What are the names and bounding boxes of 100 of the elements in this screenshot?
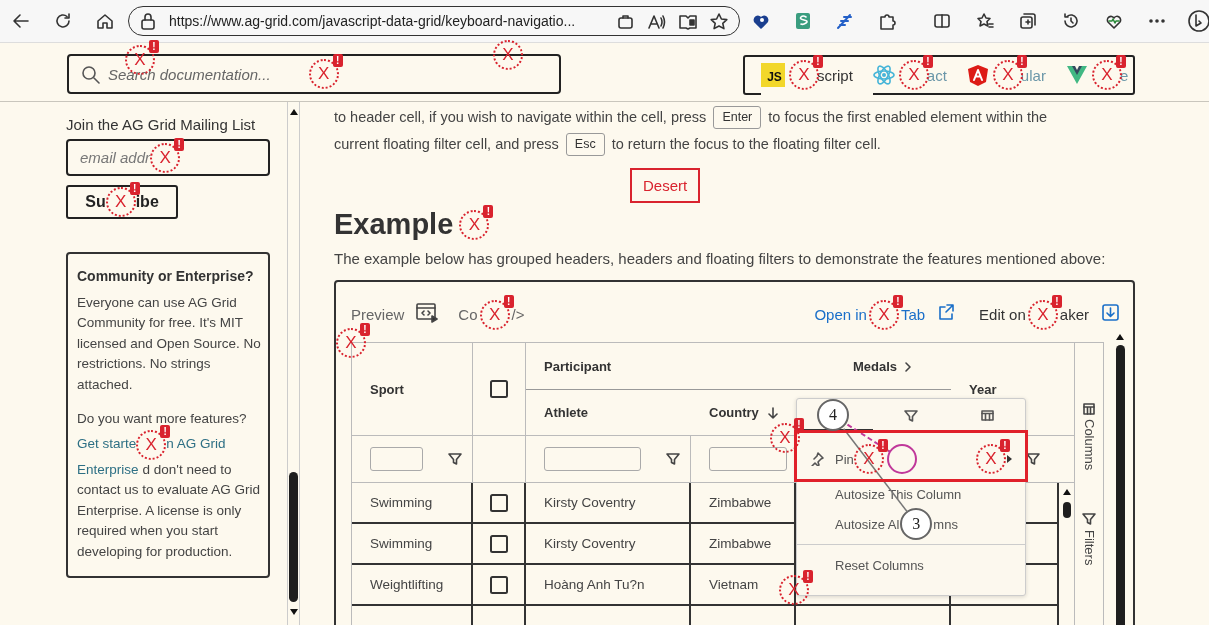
- checkbox[interactable]: [489, 575, 508, 594]
- menu-item-label: Autosize Al: [835, 516, 900, 532]
- back-icon[interactable]: [11, 11, 31, 31]
- code-tab[interactable]: Co X ! />: [458, 292, 530, 332]
- card-link[interactable]: Get starte: [77, 434, 137, 455]
- card-link[interactable]: Enterprise: [77, 459, 139, 480]
- framework-tab[interactable]: e: [1119, 66, 1129, 84]
- card-text: Everyone can use AG Grid Community for free. It's MIT licensed and Open Source. No restrictions. No strings attached.: [77, 293, 262, 394]
- s-tile-icon[interactable]: [793, 11, 813, 31]
- filter-input[interactable]: [544, 447, 641, 471]
- scroll-thumb[interactable]: [1115, 345, 1125, 625]
- column-header: Athlete: [526, 390, 691, 436]
- scroll-thumb[interactable]: [1062, 502, 1071, 518]
- error-badge: !: [332, 54, 343, 67]
- preview-tab[interactable]: Preview: [351, 299, 410, 325]
- checkbox[interactable]: [490, 380, 508, 398]
- card-text: contact us to evaluate AG Grid Enterprise. A license is only required when you start developing for production.: [77, 481, 262, 561]
- error-badge: !: [160, 424, 171, 438]
- body-text: to return the focus to the floating filter cell.: [611, 135, 881, 154]
- highlight-circle: [886, 444, 917, 474]
- error-badge: !: [877, 439, 888, 452]
- error-badge: !: [129, 182, 140, 195]
- email-placeholder: email addr: [80, 149, 151, 166]
- callout-number: 3: [900, 508, 933, 540]
- table-cell: Swimming: [352, 524, 473, 565]
- side-tab[interactable]: Filters: [1081, 530, 1097, 566]
- home-icon[interactable]: [95, 11, 115, 31]
- filter-icon[interactable]: [666, 452, 680, 466]
- feather-icon[interactable]: [835, 11, 855, 31]
- column-group-header: Participant: [526, 343, 796, 390]
- checkbox[interactable]: [489, 534, 508, 553]
- preview-icon[interactable]: [415, 301, 439, 323]
- mailing-list-title: Join the AG Grid Mailing List: [66, 116, 257, 133]
- card-text: d don't need to: [142, 460, 232, 479]
- favorites-icon[interactable]: [974, 11, 995, 31]
- puzzle-icon[interactable]: [877, 11, 897, 31]
- chevron-right-icon[interactable]: [903, 360, 914, 373]
- filter-icon[interactable]: [448, 452, 462, 466]
- columns-icon: [980, 410, 994, 421]
- reload-icon[interactable]: [53, 11, 73, 31]
- url-text: https://www.ag-grid.com/javascript-data-grid/keyboard-navigatio...: [169, 13, 577, 29]
- filter-icon[interactable]: [1026, 452, 1040, 466]
- table-cell: Hoàng Anh Tu?n: [526, 565, 691, 606]
- columns-icon: [1083, 403, 1095, 415]
- chevron-logo-icon: [1065, 64, 1088, 86]
- card-text: Do you want more features?: [77, 410, 247, 427]
- external-link-icon[interactable]: [938, 303, 956, 321]
- scroll-up-icon[interactable]: [1115, 332, 1125, 341]
- logo-tile: JS: [761, 63, 785, 87]
- annotation-label: Desert: [630, 168, 701, 203]
- error-badge: !: [1115, 55, 1126, 68]
- edit-link[interactable]: Edit on X ! aker: [979, 292, 1094, 332]
- star-icon[interactable]: [709, 11, 729, 31]
- error-badge: !: [794, 418, 804, 431]
- body-text: to focus the first enabled element within the: [768, 108, 1048, 127]
- section-heading: Example: [334, 208, 454, 241]
- error-badge: !: [922, 55, 933, 68]
- shield-icon: [966, 63, 989, 87]
- email-field[interactable]: email addr X !: [66, 139, 270, 176]
- callout-number: 4: [817, 399, 849, 431]
- chat-icon[interactable]: [1187, 9, 1209, 33]
- error-badge: !: [803, 570, 813, 583]
- error-badge: !: [1016, 55, 1027, 68]
- scroll-thumb[interactable]: [289, 472, 298, 602]
- open-in-tab-link[interactable]: Open in X ! Tab: [814, 292, 931, 332]
- subscribe-button[interactable]: Su X ! ibe: [66, 185, 178, 219]
- column-header: Country: [709, 405, 759, 420]
- filter-input[interactable]: [370, 447, 423, 471]
- body-text: to header cell, if you wish to navigate within the cell, press: [334, 108, 707, 127]
- error-badge: !: [1051, 294, 1062, 308]
- scroll-up-icon[interactable]: [288, 107, 299, 116]
- split-screen-icon[interactable]: [931, 11, 952, 31]
- key-label: Enter: [713, 106, 762, 129]
- column-group-header: Medals: [853, 359, 898, 374]
- key-label: Esc: [565, 133, 605, 156]
- checkbox[interactable]: [489, 493, 508, 512]
- menu-item[interactable]: Autosize Al 3 mns: [797, 509, 1025, 539]
- menu-item-label: mns: [933, 516, 958, 532]
- framework-tab[interactable]: act: [926, 66, 947, 84]
- search-placeholder: Search documentation...: [108, 65, 271, 83]
- error-badge: !: [892, 294, 903, 308]
- submenu-arrow-icon: [1006, 454, 1013, 464]
- error-badge: !: [149, 40, 159, 53]
- sort-down-icon[interactable]: [766, 406, 779, 419]
- side-tab[interactable]: Columns: [1081, 419, 1097, 471]
- scroll-up-icon[interactable]: [1061, 487, 1072, 496]
- filter-input[interactable]: [709, 447, 787, 471]
- download-icon[interactable]: [1102, 303, 1119, 321]
- error-badge: !: [360, 323, 370, 336]
- error-badge: !: [1000, 439, 1010, 452]
- card-title: Community or Enterprise?: [77, 267, 255, 286]
- scroll-down-icon[interactable]: [288, 608, 299, 617]
- collections-icon[interactable]: [1017, 11, 1038, 31]
- filter-icon: [1082, 512, 1096, 527]
- framework-tab[interactable]: ular: [1020, 66, 1046, 84]
- body-text: current floating filter cell, and press: [334, 135, 559, 154]
- framework-tab[interactable]: script: [817, 66, 853, 84]
- error-badge: !: [174, 137, 185, 151]
- atom-icon: [872, 64, 895, 86]
- pin-icon: [810, 452, 824, 466]
